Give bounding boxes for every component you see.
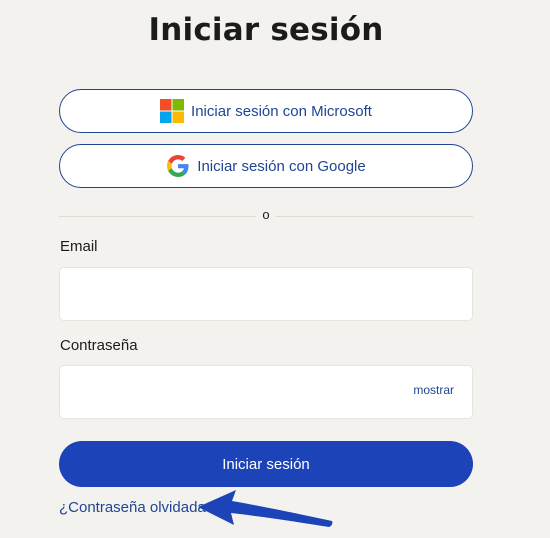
forgot-password-link[interactable]: ¿Contraseña olvidada? xyxy=(59,499,214,516)
pointer-arrow-icon xyxy=(198,490,333,527)
google-logo-icon xyxy=(166,154,190,178)
microsoft-signin-button[interactable]: Iniciar sesión con Microsoft xyxy=(59,89,473,133)
microsoft-logo-icon xyxy=(160,99,185,123)
email-field[interactable] xyxy=(59,267,473,321)
password-label: Contraseña xyxy=(60,337,138,354)
page-title: Iniciar sesión xyxy=(148,12,384,48)
signin-submit-button[interactable]: Iniciar sesión xyxy=(59,441,473,487)
google-signin-label: Iniciar sesión con Google xyxy=(197,157,366,175)
google-signin-button[interactable]: Iniciar sesión con Google xyxy=(59,144,473,188)
show-password-link[interactable]: mostrar xyxy=(413,383,454,397)
email-label: Email xyxy=(60,238,98,255)
divider-text: o xyxy=(256,207,276,222)
password-field[interactable] xyxy=(59,365,473,419)
microsoft-signin-label: Iniciar sesión con Microsoft xyxy=(191,102,372,120)
